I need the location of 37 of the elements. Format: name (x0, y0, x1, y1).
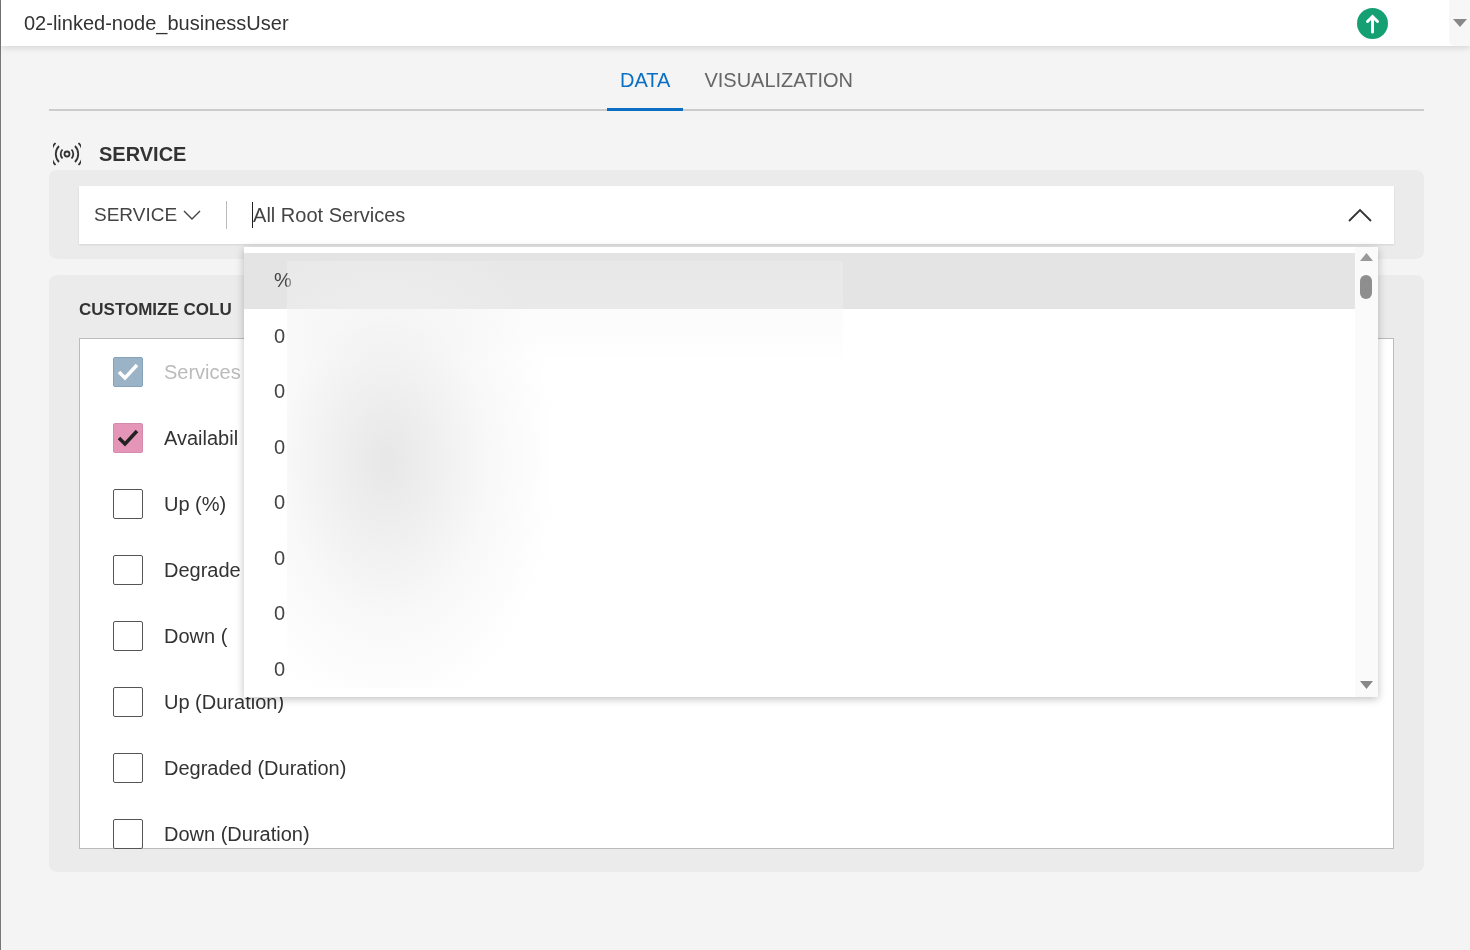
checkbox-label: Degrade (164, 558, 241, 582)
dropdown-option[interactable]: 0 (244, 586, 1355, 642)
tab[interactable]: DATA (607, 69, 684, 111)
service-type-dropdown[interactable]: SERVICE (94, 204, 202, 226)
menu-caret-icon[interactable] (1449, 0, 1470, 46)
tab[interactable]: VISUALIZATION (691, 69, 866, 111)
dropdown-option[interactable]: 0 (244, 419, 1355, 475)
scroll-up-icon[interactable] (1360, 253, 1373, 261)
dropdown-option[interactable]: % (244, 253, 1355, 309)
checkbox-label: Degraded (Duration) (164, 756, 347, 780)
scrollbar-thumb[interactable] (1360, 275, 1372, 299)
collapse-chevron-icon[interactable] (1348, 208, 1372, 222)
checkbox[interactable] (113, 423, 143, 453)
checkbox-label: Availabil (164, 426, 239, 450)
section-heading: SERVICE (99, 142, 187, 166)
chevron-down-icon[interactable] (183, 210, 202, 220)
checkbox[interactable] (113, 489, 143, 519)
checkbox-label: Down (Duration) (164, 822, 310, 846)
checkbox[interactable] (113, 555, 143, 585)
checkbox-label: Up (%) (164, 492, 227, 516)
report-title: 02-linked-node_businessUser (24, 11, 290, 35)
checkbox[interactable] (113, 753, 143, 783)
broadcast-icon (53, 141, 81, 167)
dropdown-option[interactable]: 0 (244, 308, 1355, 364)
checkbox[interactable] (113, 621, 143, 651)
checkbox-label: Down ( (164, 624, 228, 648)
scroll-down-icon[interactable] (1360, 681, 1373, 689)
scrollbar[interactable] (1355, 247, 1378, 697)
checkbox-label: Services (164, 360, 241, 384)
section-heading: CUSTOMIZE COLU (79, 300, 233, 321)
checkbox[interactable] (113, 819, 143, 849)
upload-icon[interactable] (1357, 7, 1388, 39)
checkbox[interactable] (113, 687, 143, 717)
selected-service-value[interactable]: All Root Services (252, 202, 406, 228)
dropdown-option[interactable]: 0 (244, 475, 1355, 531)
dropdown-option[interactable]: 0 (244, 364, 1355, 420)
dropdown-option[interactable]: 0 (244, 530, 1355, 586)
